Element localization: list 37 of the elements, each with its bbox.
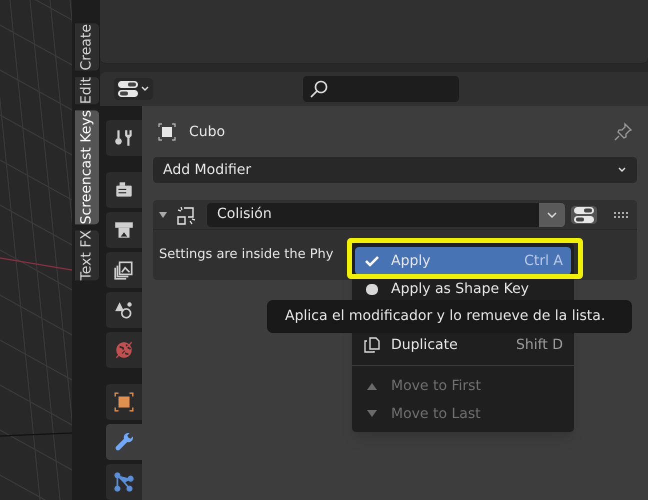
object-name: Cubo [189,122,226,142]
render-tab[interactable] [106,172,142,208]
particles-icon [113,471,135,493]
add-modifier-dropdown[interactable]: Add Modifier [153,157,637,183]
menu-item[interactable]: Apply Ctrl A [355,247,571,275]
drag-handle-icon[interactable] [613,210,629,218]
image-stack-icon [113,259,135,281]
sidebar-tab[interactable]: Screencast Keys [75,110,99,224]
wrench-tab[interactable] [106,424,142,460]
modifier-info-text: Settings are inside the Phy [159,246,334,264]
toggle-icon [573,206,595,224]
image-stack-tab[interactable] [106,252,142,288]
editor-type-button[interactable] [114,78,153,100]
tooltip: Aplica el modificador y lo remueve de la lista. [267,300,632,333]
sidebar-tab[interactable]: Create [75,24,99,71]
globe-icon [113,339,135,361]
sidebar-tab[interactable]: Text FX [75,230,99,280]
wrench-icon [113,431,135,453]
tool-tab[interactable] [106,120,142,156]
modifier-name-field[interactable]: Colisión [207,202,539,226]
output-tab[interactable] [106,212,142,248]
sidebar-tab[interactable]: Edit [75,76,99,104]
duplicate-icon [363,336,381,354]
menu-item[interactable]: Apply as Shape Key [355,275,571,303]
pin-icon[interactable] [613,122,633,142]
toggle-icon [117,80,139,98]
object-icon [157,122,177,142]
particles-tab[interactable] [106,464,142,500]
check-icon [364,253,380,269]
shape-icon [364,281,380,297]
object-tab[interactable] [106,384,142,420]
search-field[interactable] [303,76,459,102]
menu-item[interactable]: Duplicate Shift D [355,331,571,359]
search-icon [309,79,329,99]
modifier-menu-button[interactable] [539,202,565,226]
object-icon [113,391,135,413]
scene-tab[interactable] [106,292,142,328]
